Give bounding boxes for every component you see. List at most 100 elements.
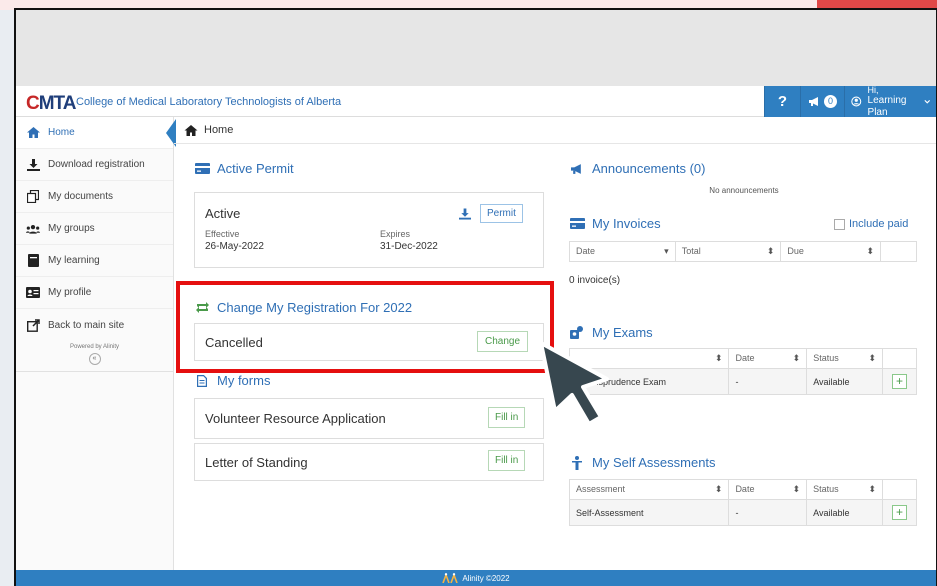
sidebar: Home Download registration My documents … [16, 117, 176, 586]
sort-icon: ⬍ [792, 353, 801, 363]
megaphone-icon [809, 97, 818, 106]
sort-icon: ⬍ [866, 246, 875, 256]
announcements-button[interactable]: 0 [800, 86, 844, 117]
sidebar-item-label: Download registration [48, 159, 145, 170]
id-card-icon [26, 286, 40, 300]
column-header-status[interactable]: Status ⬍ [806, 479, 884, 500]
add-exam-button[interactable]: + [892, 374, 907, 389]
self-assessments-table: Assessment ⬍ Date ⬍ Status ⬍ Self-Assessmen… [568, 479, 917, 526]
table-header-row: Assessment ⬍ Date ⬍ Status ⬍ [568, 479, 917, 500]
student-icon [569, 326, 585, 339]
announcement-count-badge: 0 [824, 95, 837, 108]
sort-icon: ⬍ [792, 484, 801, 494]
fill-in-button[interactable]: Fill in [488, 450, 526, 471]
download-icon[interactable] [459, 207, 471, 225]
left-decoration [0, 10, 14, 586]
active-permit-card: Active Effective 26-May-2022 Expires 31-… [194, 192, 544, 268]
include-paid-toggle[interactable]: Include paid [834, 218, 908, 230]
groups-icon [26, 222, 40, 236]
help-button[interactable]: ? [764, 86, 800, 117]
section-title: My Invoices [592, 216, 661, 231]
column-header-total[interactable]: Total ⬍ [674, 241, 782, 262]
organization-name[interactable]: College of Medical Laboratory Technologi… [76, 96, 341, 108]
sidebar-item-home[interactable]: Home [16, 117, 176, 149]
permit-button[interactable]: Permit [480, 204, 523, 223]
announcements-header: Announcements (0) [569, 161, 705, 176]
column-header-due[interactable]: Due ⬍ [780, 241, 882, 262]
include-paid-label: Include paid [849, 218, 909, 230]
app-window: CMTA College of Medical Laboratory Techn… [16, 85, 936, 586]
assessment-date: - [728, 499, 808, 526]
no-announcements-text: No announcements [709, 186, 779, 195]
mouse-pointer-icon [539, 341, 609, 426]
include-paid-checkbox[interactable] [834, 218, 845, 230]
book-icon [26, 254, 40, 268]
section-title: My forms [217, 373, 271, 388]
form-name: Volunteer Resource Application [205, 411, 386, 426]
exam-action-cell: + [882, 368, 917, 395]
sidebar-item-my-documents[interactable]: My documents [16, 181, 173, 213]
column-header-actions [882, 348, 917, 369]
sort-icon: ⬍ [714, 484, 723, 494]
exam-status: Available [806, 368, 884, 395]
help-icon: ? [777, 93, 788, 110]
app-frame: CMTA College of Medical Laboratory Techn… [14, 8, 937, 586]
sidebar-item-label: My documents [48, 191, 114, 202]
table-header-row: Date ▾ Total ⬍ Due ⬍ [569, 241, 917, 262]
assessment-status: Available [806, 499, 884, 526]
breadcrumb-home-link[interactable]: Home [204, 124, 233, 136]
assessment-action-cell: + [882, 499, 917, 526]
section-title: My Self Assessments [592, 455, 716, 470]
credit-card-icon [569, 218, 585, 229]
home-icon [26, 126, 40, 140]
documents-icon [26, 190, 40, 204]
sidebar-item-download-registration[interactable]: Download registration [16, 149, 173, 181]
sort-icon: ⬍ [868, 353, 877, 363]
section-title: Active Permit [217, 161, 294, 176]
alinity-logo-icon [442, 573, 459, 583]
column-header-status[interactable]: Status ⬍ [806, 348, 884, 369]
user-menu-button[interactable]: Hi, Learning Plan [844, 85, 936, 118]
file-icon [194, 374, 210, 387]
collapse-sidebar-button[interactable]: « [88, 353, 101, 365]
column-header-actions [882, 479, 917, 500]
sidebar-item-label: Back to main site [48, 319, 125, 331]
expires-label: Expires [380, 229, 411, 239]
sidebar-item-label: My profile [48, 287, 92, 298]
home-icon [184, 124, 198, 136]
chevron-down-icon [923, 99, 930, 104]
sidebar-item-my-groups[interactable]: My groups [16, 213, 173, 245]
add-assessment-button[interactable]: + [892, 505, 907, 520]
self-assessments-header: My Self Assessments [569, 455, 716, 470]
fill-in-button[interactable]: Fill in [488, 407, 526, 428]
column-header-date[interactable]: Date ▾ [569, 241, 676, 262]
exam-date: - [728, 368, 808, 395]
assessment-name: Self-Assessment [568, 499, 730, 526]
top-header: CMTA College of Medical Laboratory Techn… [16, 85, 936, 118]
column-header-date[interactable]: Date ⬍ [728, 479, 808, 500]
sidebar-item-back-to-main-site[interactable]: Back to main site [16, 309, 173, 341]
column-header-assessment[interactable]: Assessment ⬍ [568, 479, 730, 500]
exams-header: My Exams [569, 325, 653, 340]
permit-status: Active [205, 206, 241, 221]
sort-icon: ⬍ [868, 484, 877, 494]
megaphone-icon [569, 163, 585, 175]
sidebar-item-my-learning[interactable]: My learning [16, 245, 173, 277]
table-header-row: ⬍ Date ⬍ Status ⬍ [568, 348, 917, 369]
sidebar-item-my-profile[interactable]: My profile [16, 277, 173, 309]
effective-label: Effective [205, 229, 240, 239]
column-header-date[interactable]: Date ⬍ [728, 348, 808, 369]
credit-card-icon [194, 163, 210, 174]
table-row: Self-Assessment - Available + [568, 499, 917, 526]
breadcrumb: Home [174, 117, 936, 144]
sidebar-divider [16, 365, 173, 372]
sort-icon: ⬍ [766, 246, 775, 256]
sidebar-item-label: My groups [48, 223, 95, 234]
external-link-icon [26, 318, 40, 332]
form-name: Letter of Standing [205, 455, 308, 470]
powered-by-label: Powered by Alinity [69, 344, 120, 350]
download-icon [26, 158, 40, 172]
active-permit-header: Active Permit [194, 161, 294, 176]
form-item: Volunteer Resource Application Fill in [194, 398, 544, 439]
logo[interactable]: CMTA [26, 93, 76, 115]
